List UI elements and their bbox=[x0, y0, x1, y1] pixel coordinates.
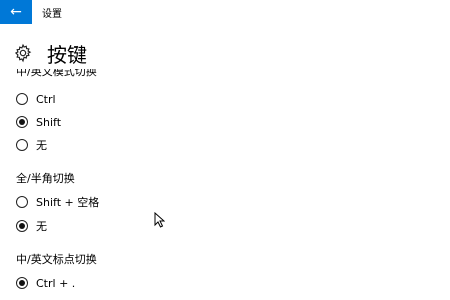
radio-label: Ctrl + . bbox=[36, 276, 76, 290]
title-bar: ← 设置 bbox=[0, 0, 450, 24]
radio-label: Shift bbox=[36, 115, 62, 129]
radio-label: 无 bbox=[36, 220, 47, 233]
section-label-cn-en-mode: 中/英文模式切换 bbox=[16, 69, 97, 78]
page-header: 按键 bbox=[13, 38, 87, 68]
radio-label: 无 bbox=[36, 139, 47, 152]
section-label-punctuation: 中/英文标点切换 bbox=[16, 253, 97, 266]
radio-button-selected[interactable] bbox=[16, 277, 28, 289]
radio-button[interactable] bbox=[16, 93, 28, 105]
radio-option-ctrl-period[interactable]: Ctrl + . bbox=[16, 275, 75, 291]
radio-button[interactable] bbox=[16, 196, 28, 208]
back-arrow-icon: ← bbox=[10, 4, 22, 20]
section-label-full-half-width: 全/半角切换 bbox=[16, 172, 75, 185]
radio-option-shift-space[interactable]: Shift + 空格 bbox=[16, 194, 99, 210]
mouse-cursor-icon bbox=[154, 212, 165, 228]
back-button[interactable]: ← bbox=[0, 0, 32, 24]
settings-list: 中/英文模式切换 Ctrl Shift 无 全/半角切换 Shift + 空格 … bbox=[16, 69, 436, 300]
radio-option-none[interactable]: 无 bbox=[16, 137, 47, 153]
page-title: 按键 bbox=[47, 42, 87, 67]
radio-button-selected[interactable] bbox=[16, 116, 28, 128]
radio-option-none[interactable]: 无 bbox=[16, 218, 47, 234]
window-title: 设置 bbox=[42, 9, 62, 20]
radio-button-selected[interactable] bbox=[16, 220, 28, 232]
radio-option-shift[interactable]: Shift bbox=[16, 114, 61, 130]
radio-label: Ctrl bbox=[36, 92, 56, 106]
radio-option-ctrl[interactable]: Ctrl bbox=[16, 91, 56, 107]
radio-label: Shift + 空格 bbox=[36, 196, 100, 209]
gear-icon bbox=[14, 43, 32, 63]
radio-button[interactable] bbox=[16, 139, 28, 151]
